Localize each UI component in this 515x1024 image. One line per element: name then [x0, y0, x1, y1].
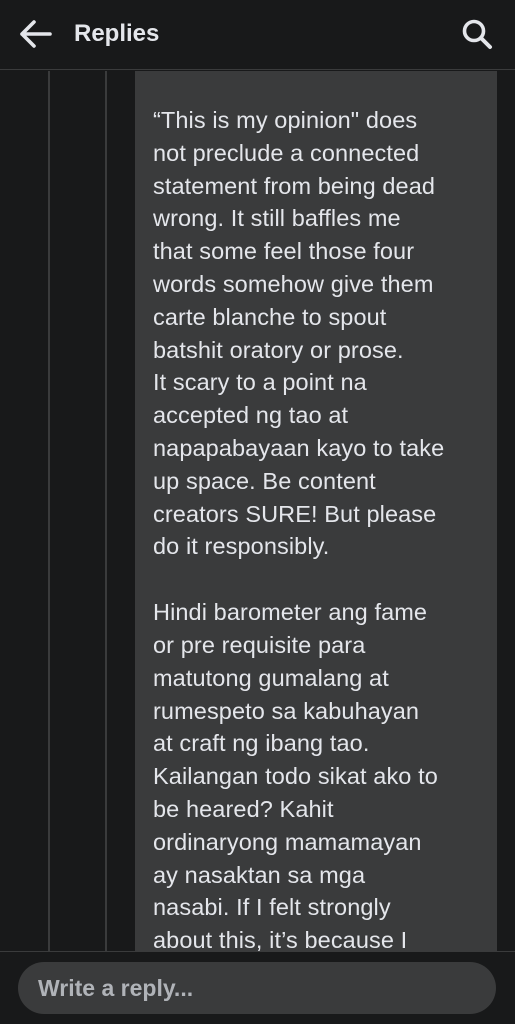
comment-paragraph: Hindi barometer ang fame or pre requisit… [153, 599, 438, 951]
replies-screen: Replies “This is my opinion" does not pr… [0, 0, 515, 1024]
reply-input[interactable] [18, 962, 496, 1014]
thread-indent-line [105, 71, 107, 951]
search-icon [462, 19, 492, 49]
comment-paragraph: “This is my opinion" does not preclude a… [153, 107, 445, 560]
reply-composer [0, 951, 515, 1024]
back-button[interactable] [14, 14, 58, 54]
comment-bubble[interactable]: “This is my opinion" does not preclude a… [135, 71, 497, 951]
top-bar: Replies [0, 0, 515, 70]
page-title: Replies [74, 20, 160, 47]
search-button[interactable] [457, 14, 497, 54]
reply-thread[interactable]: “This is my opinion" does not preclude a… [0, 71, 515, 951]
thread-indent-line [48, 71, 50, 951]
arrow-left-icon [20, 20, 52, 48]
